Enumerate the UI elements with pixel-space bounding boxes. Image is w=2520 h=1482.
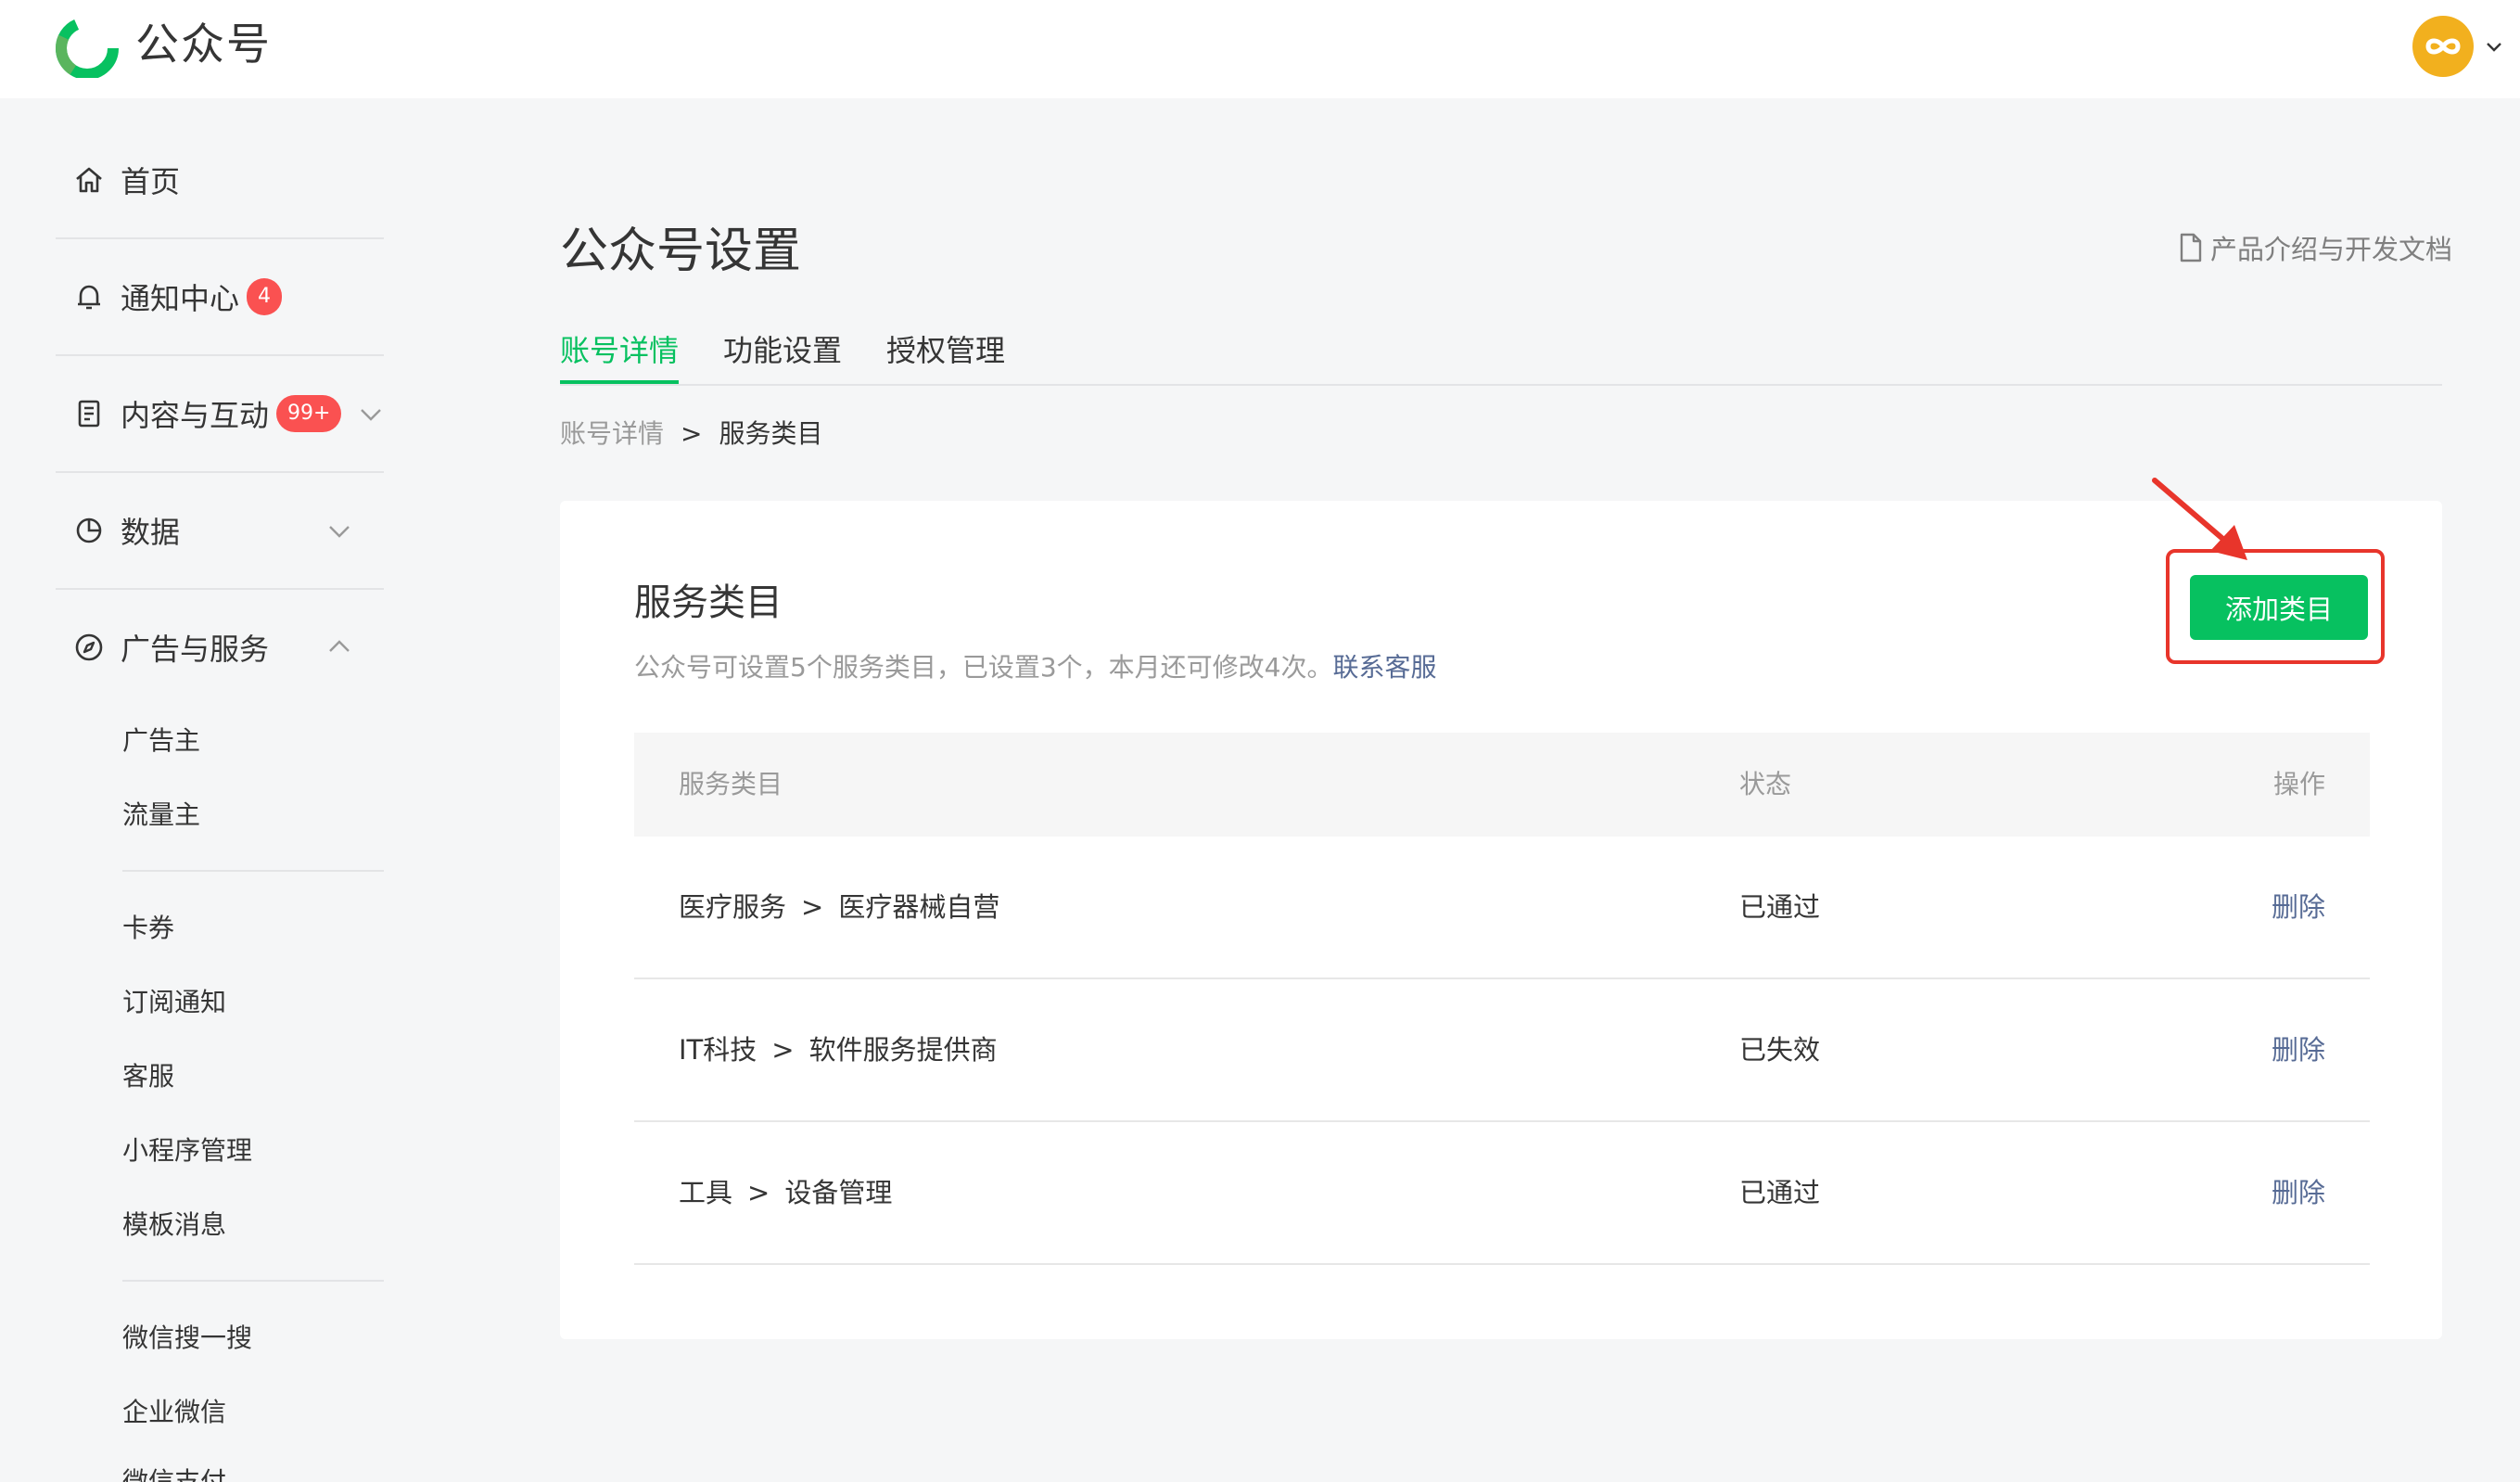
subcategory-name: 设备管理	[784, 1177, 893, 1208]
bell-icon	[70, 278, 108, 315]
category-cell: IT科技 > 软件服务提供商	[679, 1031, 998, 1068]
sidebar-subitem-customer-service[interactable]: 客服	[122, 1056, 174, 1097]
category-cell: 医疗服务 > 医疗器械自营	[679, 888, 999, 926]
header-status: 状态	[1739, 769, 1792, 799]
sidebar-subitem-search[interactable]: 微信搜一搜	[122, 1318, 252, 1359]
sidebar-subitem-miniprogram[interactable]: 小程序管理	[122, 1131, 252, 1171]
sidebar-item-label: 首页	[121, 164, 181, 199]
header-action: 操作	[2272, 769, 2325, 799]
delete-link[interactable]: 删除	[2272, 1174, 2325, 1211]
sidebar-item-home[interactable]: 首页	[56, 143, 384, 217]
sidebar-subitem-template-message[interactable]: 模板消息	[122, 1205, 226, 1246]
breadcrumb: 账号详情 > 服务类目	[560, 415, 823, 453]
content-badge: 99+	[276, 395, 342, 432]
sidebar-subitem-coupons[interactable]: 卡券	[122, 908, 174, 949]
sidebar-divider	[56, 237, 384, 239]
sidebar-item-notifications[interactable]: 通知中心 4	[56, 260, 384, 334]
card-title: 服务类目	[634, 581, 783, 624]
status-cell: 已通过	[1739, 1177, 1821, 1208]
pie-chart-icon	[70, 512, 108, 549]
category-separator: >	[747, 1177, 770, 1208]
tab-account-details[interactable]: 账号详情	[560, 328, 680, 384]
breadcrumb-separator: >	[681, 418, 703, 449]
category-name: 医疗服务	[679, 891, 787, 923]
card-description: 公众号可设置5个服务类目，已设置3个，本月还可修改4次。联系客服	[634, 649, 1436, 686]
sidebar-item-label: 通知中心	[121, 281, 240, 316]
sidebar-item-ads-services[interactable]: 广告与服务	[56, 610, 384, 684]
page-title: 公众号设置	[560, 224, 802, 279]
sidebar-item-label: 数据	[121, 515, 181, 550]
sidebar-divider	[122, 1280, 384, 1282]
sidebar-subitem-pay[interactable]: 微信支付	[122, 1463, 226, 1482]
sidebar-item-label: 广告与服务	[121, 632, 270, 667]
home-icon	[70, 161, 108, 198]
breadcrumb-parent[interactable]: 账号详情	[560, 418, 664, 449]
sidebar-item-label: 内容与互动	[121, 398, 270, 433]
file-icon	[2180, 233, 2202, 262]
chevron-down-icon[interactable]	[326, 517, 352, 543]
doc-link-label: 产品介绍与开发文档	[2210, 234, 2453, 265]
category-cell: 工具 > 设备管理	[679, 1174, 892, 1211]
tab-bar: 账号详情 功能设置 授权管理	[560, 328, 2442, 386]
subcategory-name: 医疗器械自营	[838, 891, 1000, 923]
breadcrumb-current: 服务类目	[719, 418, 823, 449]
compass-icon	[70, 629, 108, 666]
doc-link[interactable]: 产品介绍与开发文档	[2177, 228, 2452, 267]
sidebar-subitem-advertiser[interactable]: 广告主	[122, 721, 200, 761]
sidebar-divider	[56, 588, 384, 590]
contact-support-link[interactable]: 联系客服	[1332, 652, 1436, 683]
table-header: 服务类目 状态 操作	[634, 733, 2370, 837]
sidebar-subitem-wecom[interactable]: 企业微信	[122, 1392, 226, 1433]
tab-feature-settings[interactable]: 功能设置	[723, 328, 842, 382]
chevron-up-icon[interactable]	[326, 634, 352, 660]
category-separator: >	[771, 1034, 795, 1066]
app-name[interactable]: 公众号	[135, 15, 272, 76]
status-cell: 已通过	[1739, 891, 1821, 923]
subcategory-name: 软件服务提供商	[808, 1034, 998, 1066]
top-bar: 公众号	[0, 0, 2520, 98]
delete-link[interactable]: 删除	[2272, 888, 2325, 926]
category-table: 服务类目 状态 操作 医疗服务 > 医疗器械自营 已通过 删除 IT科技 > 软件服务提…	[634, 733, 2370, 1265]
description-text: 公众号可设置5个服务类目，已设置3个，本月还可修改4次。	[634, 652, 1333, 683]
add-category-button[interactable]: 添加类目	[2190, 575, 2368, 640]
sidebar-subitem-subscription[interactable]: 订阅通知	[122, 982, 226, 1023]
infinity-avatar-icon	[2425, 38, 2461, 55]
chevron-down-icon[interactable]	[358, 401, 384, 427]
avatar[interactable]	[2412, 16, 2474, 77]
tab-authorization[interactable]: 授权管理	[886, 328, 1005, 382]
wechat-mp-logo-icon[interactable]	[54, 17, 121, 78]
sidebar-divider	[56, 471, 384, 473]
sidebar-divider	[56, 354, 384, 356]
chevron-down-icon[interactable]	[2485, 37, 2503, 56]
table-row: 医疗服务 > 医疗器械自营 已通过 删除	[634, 837, 2370, 979]
category-separator: >	[801, 891, 824, 923]
category-name: IT科技	[679, 1034, 757, 1066]
notification-badge: 4	[247, 278, 283, 315]
table-row: IT科技 > 软件服务提供商 已失效 删除	[634, 979, 2370, 1122]
sidebar-divider	[122, 870, 384, 872]
sidebar-item-content[interactable]: 内容与互动 99+	[56, 377, 384, 451]
sidebar-item-data[interactable]: 数据	[56, 493, 384, 568]
sidebar-subitem-publisher[interactable]: 流量主	[122, 795, 200, 836]
document-icon	[70, 395, 108, 432]
table-row: 工具 > 设备管理 已通过 删除	[634, 1122, 2370, 1265]
header-category: 服务类目	[679, 769, 783, 799]
category-name: 工具	[679, 1177, 733, 1208]
delete-link[interactable]: 删除	[2272, 1031, 2325, 1068]
service-category-card: 服务类目 公众号可设置5个服务类目，已设置3个，本月还可修改4次。联系客服 添加…	[560, 478, 2442, 1339]
status-cell: 已失效	[1739, 1034, 1821, 1066]
